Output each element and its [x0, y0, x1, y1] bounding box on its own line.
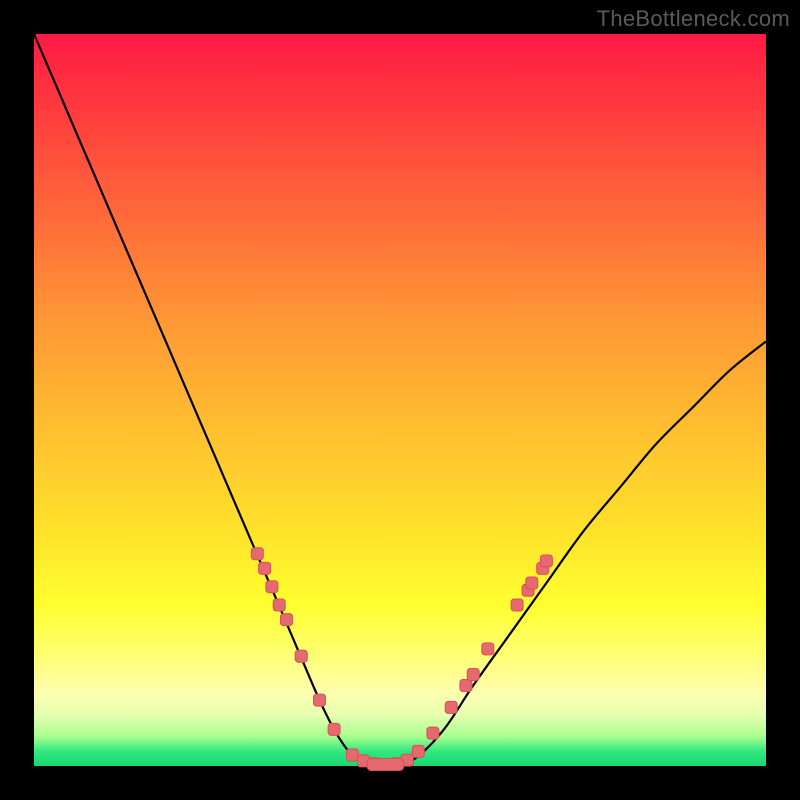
plot-area	[34, 34, 766, 766]
marker-point	[273, 599, 285, 611]
marker-point	[427, 727, 439, 739]
marker-point	[511, 599, 523, 611]
chart-frame: TheBottleneck.com	[0, 0, 800, 800]
marker-point	[346, 749, 358, 761]
marker-point	[412, 745, 424, 757]
marker-point	[460, 680, 472, 692]
watermark-text: TheBottleneck.com	[597, 6, 790, 32]
marker-point	[259, 562, 271, 574]
minimum-plateau	[367, 759, 404, 771]
marker-point	[482, 643, 494, 655]
bottleneck-curve	[34, 34, 766, 767]
curve-markers	[251, 548, 552, 771]
marker-point	[328, 723, 340, 735]
marker-point	[314, 694, 326, 706]
minimum-bar	[367, 759, 404, 771]
marker-point	[295, 650, 307, 662]
marker-point	[251, 548, 263, 560]
marker-point	[445, 701, 457, 713]
marker-point	[281, 614, 293, 626]
chart-svg	[34, 34, 766, 766]
marker-point	[266, 581, 278, 593]
marker-point	[540, 555, 552, 567]
marker-point	[526, 577, 538, 589]
marker-point	[467, 669, 479, 681]
